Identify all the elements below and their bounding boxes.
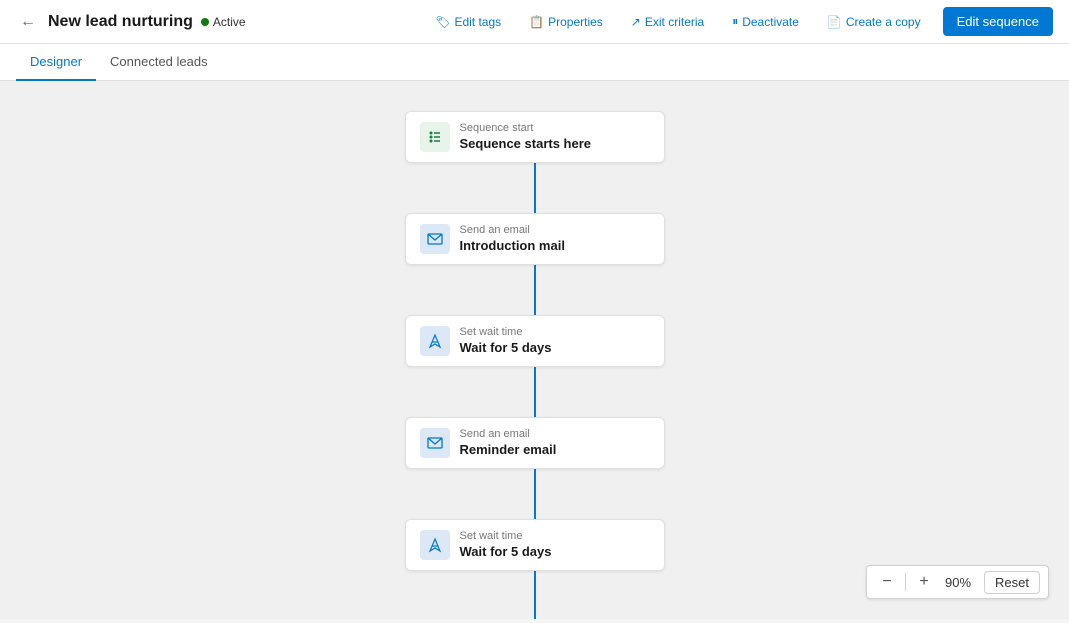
tabs: Designer Connected leads [0,44,1069,81]
status-dot [201,18,209,26]
deactivate-icon: ⏸ [732,14,738,29]
zoom-controls: − + 90% Reset [866,565,1049,599]
connector-3 [534,367,536,417]
zoom-out-button[interactable]: − [875,570,899,594]
node-wait-1[interactable]: Set wait time Wait for 5 days [405,315,665,367]
create-copy-label: Create a copy [846,15,921,29]
create-copy-button[interactable]: 📄 Create a copy [821,11,927,33]
exit-criteria-button[interactable]: ↗ Exit criteria [625,11,710,33]
header-left: ← New lead nurturing Active [16,9,417,35]
tab-connected-leads[interactable]: Connected leads [96,44,222,81]
tag-icon: 🏷 [435,15,450,29]
zoom-level: 90% [940,575,976,590]
canvas: Sequence start Sequence starts here Send… [0,81,1069,619]
sequence-start-icon [420,122,450,152]
copy-icon: 📄 [827,15,842,29]
exit-criteria-label: Exit criteria [645,15,704,29]
wait-icon-2 [420,530,450,560]
email-icon-2 [420,428,450,458]
zoom-reset-button[interactable]: Reset [984,571,1040,594]
properties-label: Properties [548,15,603,29]
zoom-divider [905,573,906,591]
edit-tags-button[interactable]: 🏷 Edit tags [429,11,507,33]
properties-button[interactable]: 📋 Properties [523,11,609,33]
edit-sequence-button[interactable]: Edit sequence [943,7,1053,36]
deactivate-label: Deactivate [742,15,799,29]
exit-criteria-icon: ↗ [631,15,641,29]
flow-container: Sequence start Sequence starts here Send… [0,81,1069,619]
node-sequence-start-text: Sequence start Sequence starts here [460,122,592,151]
node-intro-email-title: Introduction mail [460,238,565,253]
node-reminder-email[interactable]: Send an email Reminder email [405,417,665,469]
node-wait-1-title: Wait for 5 days [460,340,552,355]
node-intro-email[interactable]: Send an email Introduction mail [405,213,665,265]
node-intro-email-text: Send an email Introduction mail [460,224,565,253]
node-sequence-start[interactable]: Sequence start Sequence starts here [405,111,665,163]
status-label: Active [213,15,246,29]
node-reminder-email-label: Send an email [460,428,557,440]
node-wait-2[interactable]: Set wait time Wait for 5 days [405,519,665,571]
connector-2 [534,265,536,315]
node-reminder-email-text: Send an email Reminder email [460,428,557,457]
node-sequence-start-label: Sequence start [460,122,592,134]
wait-icon-1 [420,326,450,356]
page-title: New lead nurturing [48,13,193,31]
header: ← New lead nurturing Active 🏷 Edit tags … [0,0,1069,44]
connector-1 [534,163,536,213]
connector-5 [534,571,536,619]
edit-tags-label: Edit tags [454,15,501,29]
zoom-in-button[interactable]: + [912,570,936,594]
deactivate-button[interactable]: ⏸ Deactivate [726,10,805,33]
node-wait-2-label: Set wait time [460,530,552,542]
connector-4 [534,469,536,519]
node-sequence-start-title: Sequence starts here [460,136,592,151]
status-badge: Active [201,15,246,29]
node-wait-2-title: Wait for 5 days [460,544,552,559]
node-reminder-email-title: Reminder email [460,442,557,457]
node-wait-1-text: Set wait time Wait for 5 days [460,326,552,355]
properties-icon: 📋 [529,15,544,29]
node-wait-2-text: Set wait time Wait for 5 days [460,530,552,559]
email-icon-1 [420,224,450,254]
header-actions: 🏷 Edit tags 📋 Properties ↗ Exit criteria… [429,7,1053,36]
node-wait-1-label: Set wait time [460,326,552,338]
back-button[interactable]: ← [16,9,40,35]
tab-designer[interactable]: Designer [16,44,96,81]
node-intro-email-label: Send an email [460,224,565,236]
